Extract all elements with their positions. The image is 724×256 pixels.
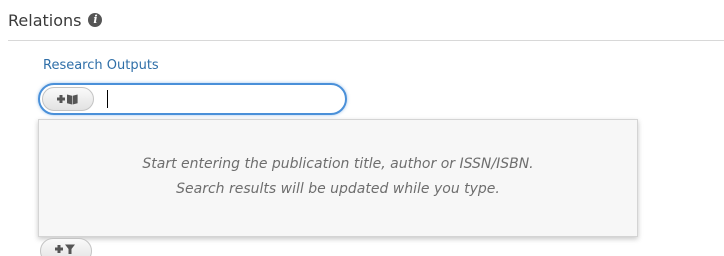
research-outputs-label: Research Outputs (43, 58, 159, 73)
section-header: Relations i (8, 8, 103, 32)
text-caret (107, 90, 108, 108)
add-filter-relation-button[interactable] (40, 238, 92, 256)
add-filter-icon (55, 244, 75, 254)
search-hint-line-2: Search results will be updated while you… (176, 181, 500, 197)
add-research-output-button[interactable] (42, 87, 94, 111)
info-icon[interactable]: i (88, 13, 103, 27)
research-outputs-search-box[interactable] (38, 83, 347, 115)
search-results-dropdown: Start entering the publication title, au… (38, 119, 638, 237)
section-title: Relations (8, 10, 82, 30)
relations-panel: Relations i Research Outputs Start enter… (0, 0, 724, 256)
section-divider (8, 40, 724, 41)
search-hint-line-1: Start entering the publication title, au… (142, 156, 534, 172)
add-book-icon (57, 94, 78, 105)
research-outputs-search-input[interactable] (102, 87, 334, 111)
